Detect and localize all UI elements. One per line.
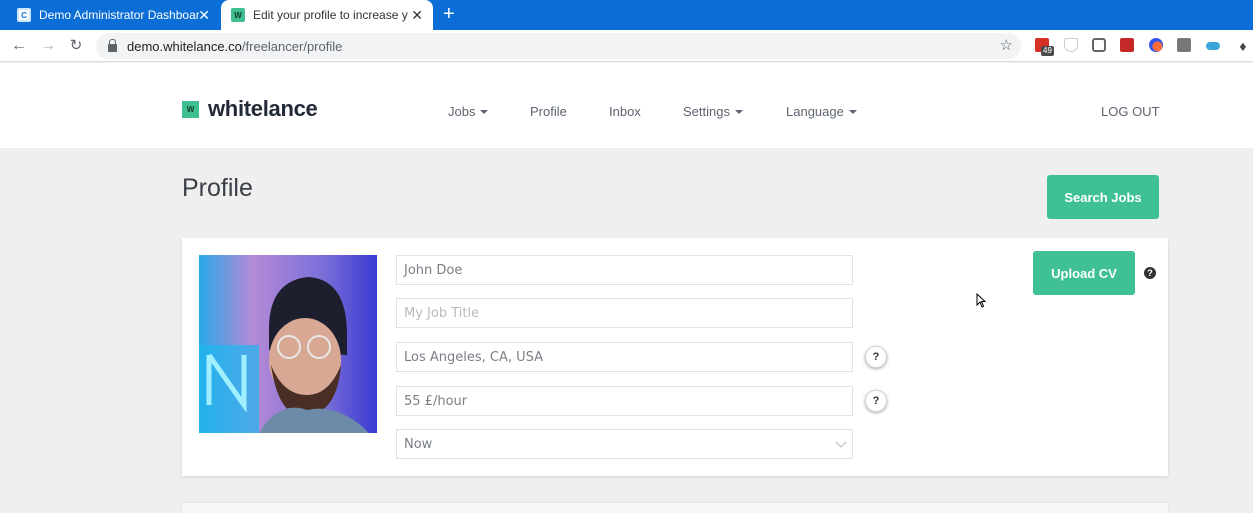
nav-label: Profile <box>530 104 567 119</box>
location-help-icon[interactable]: ? <box>865 346 887 368</box>
puzzle-extensions-icon[interactable]: ♦ <box>1233 36 1253 56</box>
nav-label: Settings <box>683 104 730 119</box>
shield-extension-icon[interactable] <box>1064 38 1078 52</box>
burst-extension-icon[interactable] <box>1149 38 1163 52</box>
site-header: W whitelance Jobs Profile Inbox Settings… <box>0 63 1253 148</box>
avatar[interactable] <box>199 255 377 433</box>
nav-label: Language <box>786 104 844 119</box>
tab-edit-profile[interactable]: W Edit your profile to increase your ✕ <box>221 0 433 30</box>
next-card-edge <box>182 503 1168 513</box>
browser-toolbar: ← → ↻ demo.whitelance.co/freelancer/prof… <box>0 30 1253 62</box>
chevron-down-icon <box>835 436 847 448</box>
hourly-rate-value: 55 £/hour <box>404 393 468 409</box>
job-title-placeholder: My Job Title <box>404 305 480 321</box>
logo[interactable]: W whitelance <box>182 96 318 122</box>
back-icon[interactable]: ← <box>9 36 29 56</box>
forward-icon[interactable]: → <box>38 36 58 56</box>
address-bar[interactable]: demo.whitelance.co/freelancer/profile ☆ <box>96 33 1021 59</box>
profile-photo <box>199 255 377 433</box>
arrow-extension-icon[interactable] <box>1120 38 1134 52</box>
mouse-cursor-icon <box>976 293 986 308</box>
browser-tab-bar: C Demo Administrator Dashboard ✕ W Edit … <box>0 0 1253 30</box>
availability-select[interactable]: Now <box>396 429 853 459</box>
hubspot-extension-icon[interactable] <box>1177 38 1191 52</box>
job-title-input[interactable]: My Job Title <box>396 298 853 328</box>
tab-title: Edit your profile to increase your <box>253 8 408 22</box>
nav-settings[interactable]: Settings <box>683 104 743 119</box>
extension-badge: 49 <box>1041 46 1054 56</box>
reload-icon[interactable]: ↻ <box>66 36 86 56</box>
whitelance-favicon-icon: W <box>231 8 245 22</box>
close-tab-icon[interactable]: ✕ <box>198 7 210 23</box>
tab-admin-dashboard[interactable]: C Demo Administrator Dashboard ✕ <box>0 0 220 30</box>
logout-link[interactable]: LOG OUT <box>1101 104 1160 119</box>
name-input[interactable]: John Doe <box>396 255 853 285</box>
nav-label: Inbox <box>609 104 641 119</box>
dashboard-favicon-icon: C <box>17 8 31 22</box>
caret-down-icon <box>734 109 743 114</box>
rate-help-icon[interactable]: ? <box>865 390 887 412</box>
location-input[interactable]: Los Angeles, CA, USA <box>396 342 853 372</box>
upload-cv-button[interactable]: Upload CV <box>1033 251 1135 295</box>
caret-down-icon <box>848 109 857 114</box>
bookmark-star-icon[interactable]: ☆ <box>1000 36 1013 54</box>
url-text: demo.whitelance.co/freelancer/profile <box>127 38 343 54</box>
location-input-value: Los Angeles, CA, USA <box>404 349 544 365</box>
nav-inbox[interactable]: Inbox <box>609 104 641 119</box>
nav-label: Jobs <box>448 104 476 119</box>
logo-mark-icon: W <box>182 100 199 118</box>
close-tab-icon[interactable]: ✕ <box>411 7 423 23</box>
logo-text: whitelance <box>208 96 318 121</box>
nav-language[interactable]: Language <box>786 104 857 119</box>
nav-profile[interactable]: Profile <box>530 104 567 119</box>
hourly-rate-input[interactable]: 55 £/hour <box>396 386 853 416</box>
search-jobs-button[interactable]: Search Jobs <box>1047 175 1159 219</box>
availability-value: Now <box>404 436 433 452</box>
tab-title: Demo Administrator Dashboard <box>39 8 199 22</box>
page-title: Profile <box>182 174 253 202</box>
name-input-value: John Doe <box>404 262 463 278</box>
upload-cv-help-icon[interactable]: ? <box>1144 267 1156 279</box>
caret-down-icon <box>480 109 489 114</box>
new-tab-button[interactable]: + <box>443 3 455 25</box>
nav-jobs[interactable]: Jobs <box>448 104 489 119</box>
toggle-extension-icon[interactable] <box>1206 42 1220 50</box>
camera-extension-icon[interactable] <box>1092 38 1106 52</box>
lock-icon <box>108 39 117 52</box>
